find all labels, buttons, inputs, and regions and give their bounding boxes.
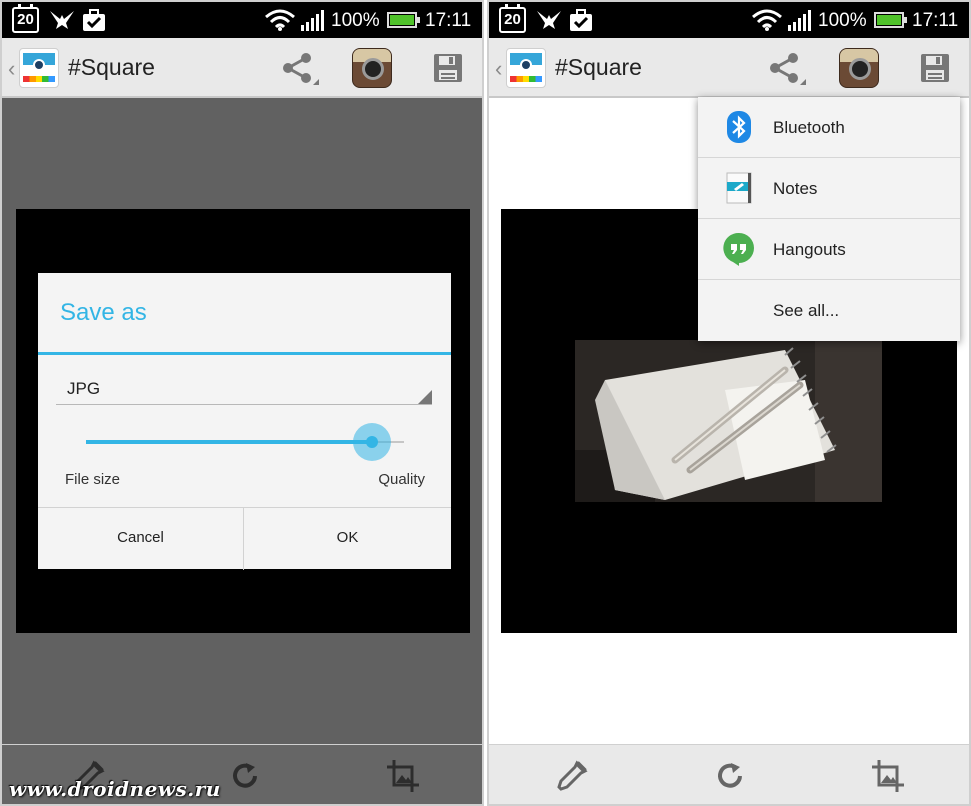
calendar-date: 20: [17, 11, 34, 28]
share-icon[interactable]: [767, 52, 807, 86]
wifi-icon: [265, 9, 295, 31]
app-title: #Square: [68, 54, 155, 80]
photo-notebook-pens: [575, 340, 882, 502]
dialog-divider: [38, 352, 451, 355]
slider-max-label: Quality: [378, 471, 425, 488]
dialog-buttons: Cancel OK: [38, 507, 451, 570]
floppy-disk-icon[interactable]: [919, 52, 951, 84]
bird-icon: [50, 11, 74, 29]
clock: 17:11: [425, 10, 472, 31]
floppy-disk-icon[interactable]: [432, 52, 464, 84]
dialog-title: Save as: [60, 299, 147, 326]
calendar-icon: 20: [499, 4, 526, 33]
battery-icon: [874, 12, 907, 28]
menu-item-label: See all...: [773, 301, 840, 320]
action-bar: ‹ #Square: [489, 38, 969, 98]
chevron-left-icon[interactable]: ‹: [495, 56, 502, 82]
menu-item-notes[interactable]: Notes: [698, 158, 960, 219]
menu-item-see-all[interactable]: See all...: [698, 280, 960, 341]
battery-percent: 100%: [331, 10, 380, 31]
ok-button[interactable]: OK: [244, 508, 451, 570]
rotate-icon[interactable]: [713, 759, 747, 793]
menu-item-bluetooth[interactable]: Bluetooth: [698, 97, 960, 158]
format-value: JPG: [67, 379, 101, 398]
instagram-icon[interactable]: [352, 48, 392, 88]
bird-icon: [537, 11, 561, 29]
crop-icon[interactable]: [871, 759, 905, 793]
share-icon[interactable]: [280, 52, 320, 86]
clock: 17:11: [912, 10, 959, 31]
save-as-dialog: Save as JPG File size Quality Cancel OK: [38, 273, 451, 570]
wifi-icon: [752, 9, 782, 31]
menu-item-label: Hangouts: [773, 240, 846, 259]
slider-min-label: File size: [65, 471, 121, 488]
app-icon[interactable]: [506, 48, 546, 88]
slider-fill: [86, 440, 372, 444]
phone-screen-left: 20 100% 17:11 ‹ #Square Save as JPG File…: [0, 0, 484, 806]
bottom-toolbar: [489, 744, 969, 804]
signal-icon: [301, 10, 324, 31]
briefcase-check-icon: [570, 9, 592, 31]
battery-percent: 100%: [818, 10, 867, 31]
app-icon[interactable]: [19, 48, 59, 88]
watermark: www.droidnews.ru: [9, 777, 221, 801]
calendar-icon: 20: [12, 4, 39, 33]
menu-item-label: Notes: [773, 179, 818, 198]
chevron-left-icon[interactable]: ‹: [8, 56, 15, 82]
slider-thumb[interactable]: [366, 436, 378, 448]
battery-icon: [387, 12, 420, 28]
share-menu: Bluetooth Notes Hangouts See all...: [698, 97, 960, 341]
app-title: #Square: [555, 54, 642, 80]
action-bar: ‹ #Square: [2, 38, 482, 98]
calendar-date: 20: [504, 11, 521, 28]
instagram-icon[interactable]: [839, 48, 879, 88]
bluetooth-icon: [727, 111, 751, 143]
signal-icon: [788, 10, 811, 31]
briefcase-check-icon: [83, 9, 105, 31]
menu-item-label: Bluetooth: [773, 118, 845, 137]
cancel-button[interactable]: Cancel: [38, 508, 244, 570]
eyedropper-icon[interactable]: [555, 759, 589, 793]
format-select[interactable]: JPG: [56, 371, 432, 405]
status-bar: 20 100% 17:11: [489, 2, 969, 38]
menu-item-hangouts[interactable]: Hangouts: [698, 219, 960, 280]
quality-slider[interactable]: [86, 420, 404, 464]
phone-screen-right: 20 100% 17:11 ‹ #Square Bluetooth Notes …: [487, 0, 971, 806]
status-bar: 20 100% 17:11: [2, 2, 482, 38]
hangouts-icon: [723, 232, 754, 266]
dropdown-caret-icon: [418, 390, 432, 404]
notes-icon: [726, 172, 752, 204]
